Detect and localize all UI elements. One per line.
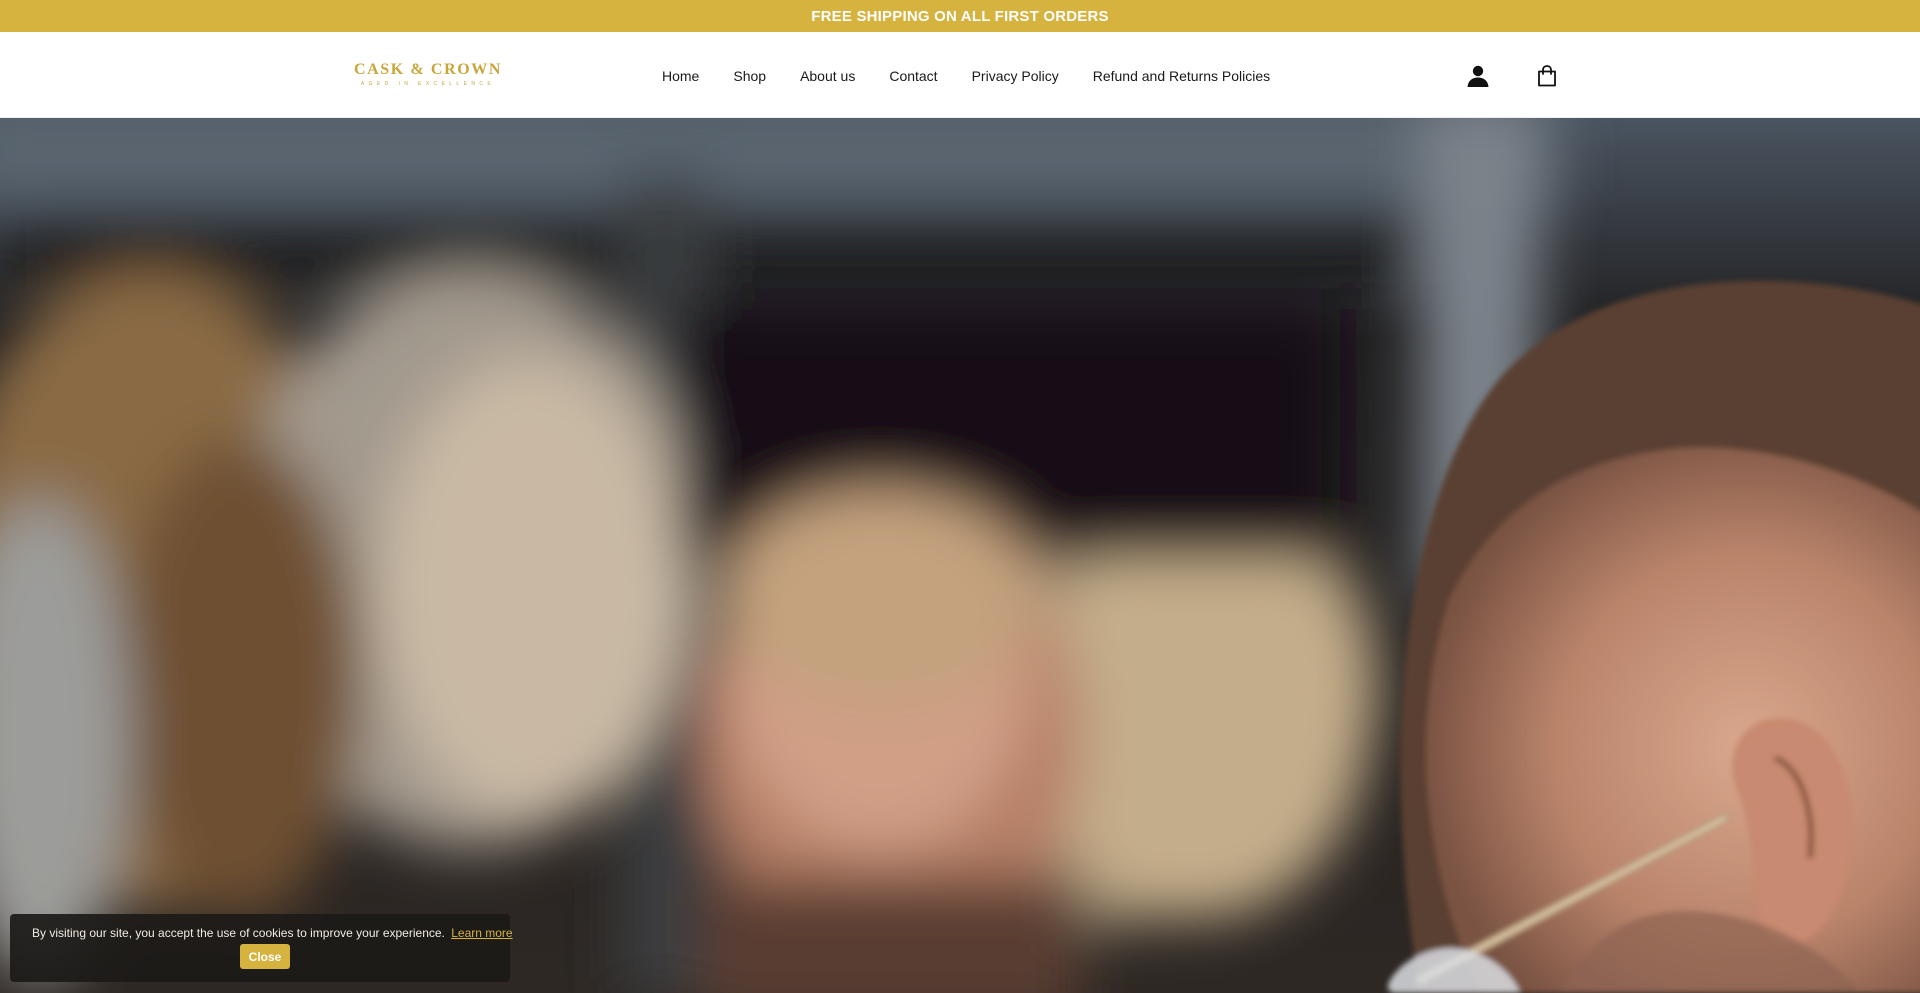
nav-about-us[interactable]: About us — [800, 68, 855, 84]
hero-image — [0, 118, 1920, 993]
hero-banner — [0, 118, 1920, 993]
nav-privacy-policy[interactable]: Privacy Policy — [972, 68, 1059, 84]
nav-home[interactable]: Home — [662, 68, 699, 84]
nav-shop[interactable]: Shop — [733, 68, 766, 84]
site-logo[interactable]: CASK & CROWN AGED IN EXCELLENCE — [354, 61, 500, 91]
nav-refund-returns[interactable]: Refund and Returns Policies — [1093, 68, 1270, 84]
cookie-notice: By visiting our site, you accept the use… — [10, 914, 513, 982]
nav-contact[interactable]: Contact — [889, 68, 937, 84]
learn-more-link[interactable]: Learn more — [451, 926, 512, 940]
shopping-bag-icon — [1538, 65, 1556, 87]
logo-tagline: AGED IN EXCELLENCE — [360, 81, 496, 87]
cart-button[interactable] — [1532, 61, 1562, 91]
cookie-close-button[interactable]: Close — [240, 944, 290, 969]
announcement-text: FREE SHIPPING ON ALL FIRST ORDERS — [811, 7, 1109, 25]
site-header: CASK & CROWN AGED IN EXCELLENCE Home Sho… — [0, 32, 1920, 118]
main-nav: Home Shop About us Contact Privacy Polic… — [662, 63, 1270, 89]
logo-name: CASK & CROWN — [353, 61, 503, 78]
cookie-message: By visiting our site, you accept the use… — [32, 926, 513, 940]
account-button[interactable] — [1463, 61, 1493, 91]
cookie-text: By visiting our site, you accept the use… — [32, 926, 445, 940]
announcement-bar: FREE SHIPPING ON ALL FIRST ORDERS — [0, 0, 1920, 32]
user-icon — [1467, 65, 1489, 87]
